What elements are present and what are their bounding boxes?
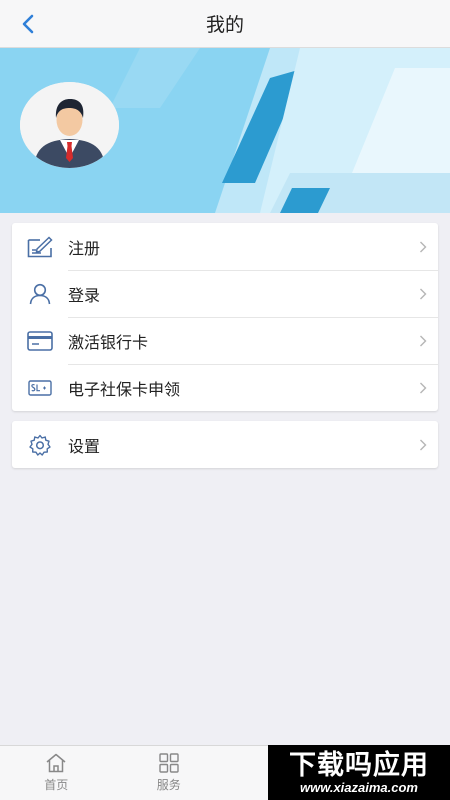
gear-icon xyxy=(29,434,51,456)
tab-label: 服务 xyxy=(156,778,181,792)
bank-card-icon xyxy=(27,330,53,351)
menu-item-label: 注册 xyxy=(68,240,101,258)
chevron-right-icon xyxy=(420,288,427,299)
tab-label: 首页 xyxy=(44,778,69,792)
tab-home[interactable]: 首页 xyxy=(0,746,113,800)
menu-item-label: 登录 xyxy=(68,287,101,305)
user-avatar[interactable] xyxy=(20,82,119,168)
back-button[interactable] xyxy=(14,10,42,38)
chevron-right-icon xyxy=(420,335,427,346)
menu-item-social-security-card[interactable]: 电子社保卡申领 xyxy=(12,364,438,411)
menu-card-settings: 设置 xyxy=(12,421,438,468)
profile-banner xyxy=(0,48,450,213)
tab-services[interactable]: 服务 xyxy=(113,746,226,800)
grid-icon xyxy=(159,753,179,773)
menu-item-register[interactable]: 注册 xyxy=(12,223,438,270)
menu-item-activate-bank-card[interactable]: 激活银行卡 xyxy=(12,317,438,364)
watermark-logo: 下载吗应用 www.xiazaima.com xyxy=(268,745,450,800)
chevron-right-icon xyxy=(420,439,427,450)
menu-item-label: 设置 xyxy=(68,438,101,456)
chevron-right-icon xyxy=(420,382,427,393)
watermark-url: www.xiazaima.com xyxy=(299,780,418,795)
social-security-card-icon xyxy=(28,379,52,396)
chevron-right-icon xyxy=(420,241,427,252)
user-icon xyxy=(29,283,51,304)
watermark-main-text: 下载吗应用 xyxy=(289,750,429,780)
menu-item-label: 激活银行卡 xyxy=(68,334,149,352)
register-edit-icon xyxy=(27,235,53,257)
page-title: 我的 xyxy=(205,15,244,36)
menu-card-main: 注册 登录 激活银行卡 电子社保卡申领 xyxy=(12,223,438,411)
menu-item-login[interactable]: 登录 xyxy=(12,270,438,317)
home-icon xyxy=(46,753,66,773)
chevron-left-icon xyxy=(22,14,34,34)
menu-item-settings[interactable]: 设置 xyxy=(12,421,438,468)
user-avatar-icon xyxy=(20,82,119,168)
top-nav-bar: 我的 xyxy=(0,0,450,48)
menu-item-label: 电子社保卡申领 xyxy=(68,381,181,399)
